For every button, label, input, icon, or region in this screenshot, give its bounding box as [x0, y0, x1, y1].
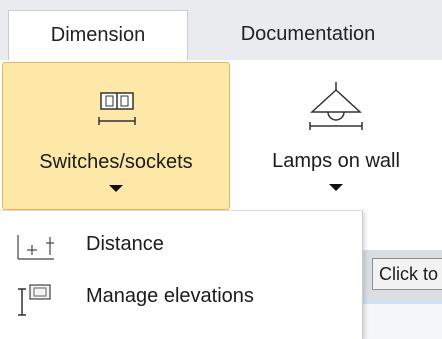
switches-sockets-button[interactable]: Switches/sockets: [2, 62, 230, 210]
menu-item-label: Distance: [86, 233, 164, 255]
menu-item-label: Manage elevations: [86, 285, 254, 307]
menu-item-distance[interactable]: Distance: [0, 221, 362, 273]
elevation-icon: [18, 284, 51, 316]
distance-icon: [17, 235, 54, 260]
lamps-on-wall-label: Lamps on wall: [272, 150, 400, 172]
tab-documentation[interactable]: Documentation: [188, 10, 428, 60]
dropdown-menu: Distance Manage elevations: [0, 210, 363, 339]
switches-sockets-label: Switches/sockets: [39, 151, 193, 173]
lamps-on-wall-button[interactable]: Lamps on wall: [240, 62, 432, 210]
chevron-down-icon: [329, 184, 343, 191]
tab-dimension[interactable]: Dimension: [8, 10, 188, 60]
wall-lamp-icon: [309, 82, 363, 130]
ribbon-tab-bar: Dimension Documentation: [0, 0, 442, 61]
switch-socket-icon: [98, 92, 136, 125]
click-hint-field: Click to: [372, 258, 442, 290]
menu-item-manage-elevations[interactable]: Manage elevations: [0, 273, 362, 325]
chevron-down-icon: [109, 185, 123, 192]
status-divider: [362, 300, 442, 304]
